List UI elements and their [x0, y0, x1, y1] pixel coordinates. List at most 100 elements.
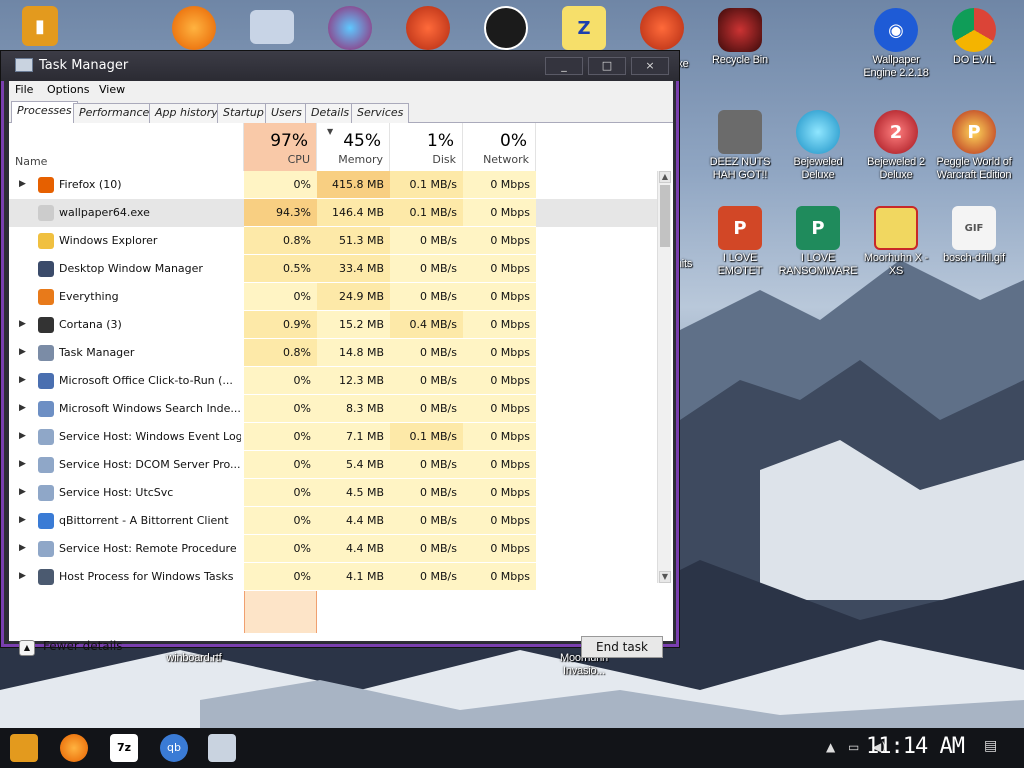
table-row[interactable]: ▶ Host Process for Windows Tasks 0% 4.1 MB 0… [9, 563, 657, 591]
expand-chevron-icon[interactable]: ▶ [19, 319, 26, 329]
tab-app-history[interactable]: App history [149, 103, 224, 123]
scroll-down-icon[interactable]: ▼ [659, 571, 671, 583]
expand-chevron-icon[interactable]: ▶ [19, 403, 26, 413]
desktop-icon-game-dark[interactable] [466, 6, 546, 52]
disk-cell: 0 MB/s [390, 227, 463, 255]
vertical-scrollbar[interactable]: ▲ ▼ [657, 171, 671, 583]
scroll-thumb[interactable] [660, 185, 670, 247]
desktop-icon-mascot-1[interactable] [388, 6, 468, 52]
cpu-column-header[interactable]: 97% CPU [244, 123, 317, 171]
desktop-icon-bejeweled-red[interactable] [310, 6, 390, 52]
desktop-icon-top-1[interactable]: ▮ [0, 6, 80, 48]
disk-cell: 0 MB/s [390, 479, 463, 507]
expand-chevron-icon[interactable]: ▶ [19, 375, 26, 385]
menu-view[interactable]: View [99, 83, 125, 96]
network-icon[interactable]: ▭ [848, 740, 859, 754]
expand-chevron-icon[interactable]: ▶ [19, 543, 26, 553]
end-task-button[interactable]: End task [581, 636, 663, 658]
title-bar[interactable]: Task Manager _ □ × [1, 51, 679, 81]
gif-file-icon: GIF [952, 206, 996, 250]
process-icon [38, 401, 54, 417]
process-icon [38, 513, 54, 529]
menu-file[interactable]: File [15, 83, 33, 96]
memory-column-header[interactable]: ▼ 45% Memory [317, 123, 390, 171]
maximize-button[interactable]: □ [588, 57, 626, 75]
menu-options[interactable]: Options [47, 83, 89, 96]
table-row[interactable]: ▶ Service Host: DCOM Server Pro... 0% 5.4 M… [9, 451, 657, 479]
expand-chevron-icon[interactable]: ▶ [19, 179, 26, 189]
process-grid: Name 97% CPU ▼ 45% Memory 1% Disk 0% Net… [9, 123, 673, 633]
desktop-icon-peggle[interactable]: P Peggle World of Warcraft Edition [934, 110, 1014, 182]
clock[interactable]: 11:14 AM [866, 734, 965, 759]
taskbar-task-manager-icon[interactable] [208, 734, 236, 762]
table-row[interactable]: ▶ qBittorrent - A Bittorrent Client 0% 4.4 … [9, 507, 657, 535]
table-row[interactable]: wallpaper64.exe 94.3% 146.4 MB 0.1 MB/s 0 Mb… [9, 199, 657, 227]
disk-cell: 0 MB/s [390, 255, 463, 283]
table-row[interactable]: ▶ Service Host: UtcSvc 0% 4.5 MB 0 MB/s 0 Mbp… [9, 479, 657, 507]
fewer-details-button[interactable]: ▲ Fewer details [19, 639, 123, 656]
close-button[interactable]: × [631, 57, 669, 75]
expand-chevron-icon[interactable]: ▶ [19, 487, 26, 497]
desktop-icon-wallpaper-engine[interactable]: ◉ Wallpaper Engine 2.2.18 [856, 8, 936, 80]
network-cell: 0 Mbps [463, 535, 536, 563]
desktop-icon-recycle-bin[interactable]: Recycle Bin [700, 8, 780, 67]
expand-chevron-icon[interactable]: ▶ [19, 515, 26, 525]
desktop-icon-i-love-emotet[interactable]: P I LOVE EMOTET [700, 206, 780, 278]
table-row[interactable]: ▶ Cortana (3) 0.9% 15.2 MB 0.4 MB/s 0 Mbps [9, 311, 657, 339]
desktop-icon-mascot-2[interactable] [622, 6, 702, 52]
tab-users[interactable]: Users [265, 103, 308, 123]
taskbar-firefox-icon[interactable] [60, 734, 88, 762]
desktop-icon-do-evil[interactable]: DO EVIL [934, 8, 1014, 67]
desktop-icon-firefox[interactable] [154, 6, 234, 52]
expand-chevron-icon[interactable]: ▶ [19, 459, 26, 469]
desktop-icon-winboard[interactable]: winboard.rtf [154, 652, 234, 665]
desktop-icon-bosch-drill[interactable]: GIF bosch-drill.gif [934, 206, 1014, 265]
disk-cell: 0 MB/s [390, 535, 463, 563]
tab-startup[interactable]: Startup [217, 103, 270, 123]
desktop-icon-i-love-ransomware[interactable]: P I LOVE RANSOMWARE [778, 206, 858, 278]
process-name: Service Host: UtcSvc [59, 486, 174, 499]
process-icon [38, 373, 54, 389]
task-manager-window: Task Manager _ □ × File Options View Pro… [0, 50, 680, 658]
table-row[interactable]: ▶ Task Manager 0.8% 14.8 MB 0 MB/s 0 Mbps [9, 339, 657, 367]
tray-chevron-up-icon[interactable]: ▲ [826, 740, 835, 754]
desktop-icon-moorhuhn-xs[interactable]: Moorhuhn X - XS [856, 206, 936, 278]
icon-label: Bejeweled Deluxe [793, 156, 843, 181]
minimize-button[interactable]: _ [545, 57, 583, 75]
table-row[interactable]: ▶ Firefox (10) 0% 415.8 MB 0.1 MB/s 0 Mbps [9, 171, 657, 199]
table-row[interactable]: Windows Explorer 0.8% 51.3 MB 0 MB/s 0 Mbps [9, 227, 657, 255]
network-cell: 0 Mbps [463, 367, 536, 395]
table-row[interactable]: ▶ Service Host: Remote Procedure ... 0% 4.4… [9, 535, 657, 563]
network-cell: 0 Mbps [463, 199, 536, 227]
desktop-icon-zip[interactable]: Z [544, 6, 624, 52]
publisher-icon: P [796, 206, 840, 250]
network-column-header[interactable]: 0% Network [463, 123, 536, 171]
expand-chevron-icon[interactable]: ▶ [19, 571, 26, 581]
name-header-label: Name [15, 155, 48, 168]
taskbar-7zip-icon[interactable]: 7z [110, 734, 138, 762]
expand-chevron-icon[interactable]: ▶ [19, 431, 26, 441]
desktop-icon-deez-nuts[interactable]: DEEZ NUTS HAH GOT!! [700, 110, 780, 182]
table-row[interactable]: Desktop Window Manager 0.5% 33.4 MB 0 MB/s 0… [9, 255, 657, 283]
table-row[interactable]: Everything 0% 24.9 MB 0 MB/s 0 Mbps [9, 283, 657, 311]
desktop-icon-bejeweled-deluxe[interactable]: Bejeweled Deluxe [778, 110, 858, 182]
memory-cell: 8.3 MB [317, 395, 390, 423]
table-row[interactable]: ▶ Service Host: Windows Event Log 0% 7.1 MB… [9, 423, 657, 451]
disk-column-header[interactable]: 1% Disk [390, 123, 463, 171]
scroll-up-icon[interactable]: ▲ [659, 171, 671, 183]
tab-performance[interactable]: Performance [73, 103, 156, 123]
tab-details[interactable]: Details [305, 103, 356, 123]
name-column-header[interactable]: Name [9, 123, 244, 171]
notifications-icon[interactable]: ▤ [984, 738, 997, 754]
table-row[interactable]: ▶ Microsoft Windows Search Inde... 0% 8.3 M… [9, 395, 657, 423]
tab-services[interactable]: Services [351, 103, 410, 123]
process-icon [38, 289, 54, 305]
taskbar-qbittorrent-icon[interactable]: qb [160, 734, 188, 762]
expand-chevron-icon[interactable]: ▶ [19, 347, 26, 357]
table-row[interactable]: ▶ Microsoft Office Click-to-Run (... 0% 12.… [9, 367, 657, 395]
desktop-icon-bejeweled-2[interactable]: 2 Bejeweled 2 Deluxe [856, 110, 936, 182]
tab-processes[interactable]: Processes [11, 101, 78, 124]
desktop-icon-network[interactable] [232, 10, 312, 46]
start-button[interactable] [10, 734, 38, 762]
cpu-cell: 0% [244, 171, 317, 199]
